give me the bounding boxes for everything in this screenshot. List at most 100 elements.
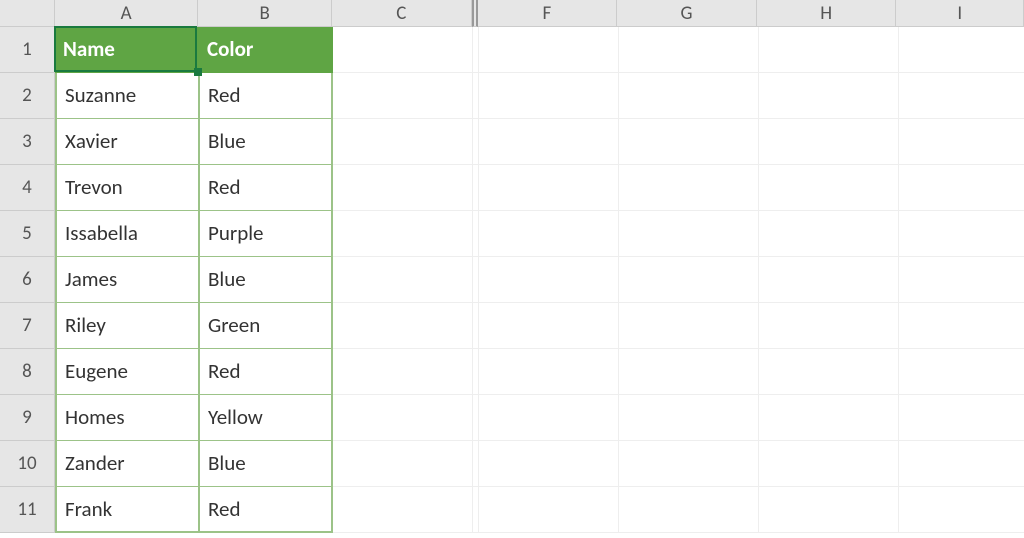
cell-G1[interactable]: [619, 27, 759, 73]
cell-grid[interactable]: Name Color Suzanne Red Xavier Blue: [55, 27, 1024, 538]
row-head-11[interactable]: 11: [0, 487, 55, 533]
table-row: James Blue: [55, 257, 1024, 303]
cell-A2[interactable]: Suzanne: [55, 73, 199, 119]
cell-G3[interactable]: [619, 119, 759, 165]
col-head-C[interactable]: C: [332, 0, 472, 27]
cell-G2[interactable]: [619, 73, 759, 119]
cell-A4[interactable]: Trevon: [55, 165, 199, 211]
cell-B2[interactable]: Red: [199, 73, 333, 119]
cell-G5[interactable]: [619, 211, 759, 257]
cell-F5[interactable]: [479, 211, 619, 257]
table-row: Trevon Red: [55, 165, 1024, 211]
row-head-10[interactable]: 10: [0, 441, 55, 487]
cell-F9[interactable]: [479, 395, 619, 441]
cell-I1[interactable]: [899, 27, 1024, 73]
cell-B10[interactable]: Blue: [199, 441, 333, 487]
cell-A9[interactable]: Homes: [55, 395, 199, 441]
row-head-9[interactable]: 9: [0, 395, 55, 441]
cell-C4[interactable]: [333, 165, 473, 211]
row-head-5[interactable]: 5: [0, 211, 55, 257]
cell-I5[interactable]: [899, 211, 1024, 257]
cell-I10[interactable]: [899, 441, 1024, 487]
cell-C5[interactable]: [333, 211, 473, 257]
cell-F11[interactable]: [479, 487, 619, 533]
row-head-3[interactable]: 3: [0, 119, 55, 165]
cell-G7[interactable]: [619, 303, 759, 349]
cell-H9[interactable]: [759, 395, 899, 441]
cell-H6[interactable]: [759, 257, 899, 303]
cell-B8[interactable]: Red: [199, 349, 333, 395]
cell-F8[interactable]: [479, 349, 619, 395]
cell-C11[interactable]: [333, 487, 473, 533]
cell-F3[interactable]: [479, 119, 619, 165]
cell-H7[interactable]: [759, 303, 899, 349]
cell-G8[interactable]: [619, 349, 759, 395]
row-head-7[interactable]: 7: [0, 303, 55, 349]
cell-G6[interactable]: [619, 257, 759, 303]
cell-F7[interactable]: [479, 303, 619, 349]
row-head-2[interactable]: 2: [0, 73, 55, 119]
cell-A10[interactable]: Zander: [55, 441, 199, 487]
col-head-A[interactable]: A: [55, 0, 199, 27]
cell-C10[interactable]: [333, 441, 473, 487]
cell-C8[interactable]: [333, 349, 473, 395]
cell-F6[interactable]: [479, 257, 619, 303]
cell-I7[interactable]: [899, 303, 1024, 349]
cell-B3[interactable]: Blue: [199, 119, 333, 165]
col-head-I[interactable]: I: [896, 0, 1024, 27]
cell-A5[interactable]: Issabella: [55, 211, 199, 257]
cell-H8[interactable]: [759, 349, 899, 395]
cell-I9[interactable]: [899, 395, 1024, 441]
cell-A11[interactable]: Frank: [55, 487, 199, 533]
cell-H11[interactable]: [759, 487, 899, 533]
col-head-F[interactable]: F: [478, 0, 618, 27]
cell-A3[interactable]: Xavier: [55, 119, 199, 165]
cell-H10[interactable]: [759, 441, 899, 487]
cell-F4[interactable]: [479, 165, 619, 211]
cell-B11[interactable]: Red: [199, 487, 333, 533]
cell-H2[interactable]: [759, 73, 899, 119]
col-head-G[interactable]: G: [617, 0, 757, 27]
cell-G4[interactable]: [619, 165, 759, 211]
cell-I6[interactable]: [899, 257, 1024, 303]
row-head-4[interactable]: 4: [0, 165, 55, 211]
cell-H3[interactable]: [759, 119, 899, 165]
cell-C6[interactable]: [333, 257, 473, 303]
cell-C2[interactable]: [333, 73, 473, 119]
cell-B5[interactable]: Purple: [199, 211, 333, 257]
cell-C3[interactable]: [333, 119, 473, 165]
table-row: Name Color: [55, 27, 1024, 73]
cell-C9[interactable]: [333, 395, 473, 441]
cell-A7[interactable]: Riley: [55, 303, 199, 349]
cell-F10[interactable]: [479, 441, 619, 487]
col-head-B[interactable]: B: [198, 0, 332, 27]
cell-I3[interactable]: [899, 119, 1024, 165]
cell-A1[interactable]: Name: [55, 27, 199, 73]
cell-C7[interactable]: [333, 303, 473, 349]
cell-B9[interactable]: Yellow: [199, 395, 333, 441]
cell-G10[interactable]: [619, 441, 759, 487]
cell-H5[interactable]: [759, 211, 899, 257]
cell-F2[interactable]: [479, 73, 619, 119]
row-head-8[interactable]: 8: [0, 349, 55, 395]
cell-B1[interactable]: Color: [199, 27, 333, 73]
cell-I8[interactable]: [899, 349, 1024, 395]
cell-C1[interactable]: [333, 27, 473, 73]
select-all-corner[interactable]: [0, 0, 55, 27]
cell-A8[interactable]: Eugene: [55, 349, 199, 395]
cell-H4[interactable]: [759, 165, 899, 211]
col-head-H[interactable]: H: [757, 0, 897, 27]
cell-G9[interactable]: [619, 395, 759, 441]
cell-B6[interactable]: Blue: [199, 257, 333, 303]
cell-B4[interactable]: Red: [199, 165, 333, 211]
row-head-1[interactable]: 1: [0, 27, 55, 73]
cell-B7[interactable]: Green: [199, 303, 333, 349]
cell-I2[interactable]: [899, 73, 1024, 119]
cell-I4[interactable]: [899, 165, 1024, 211]
cell-F1[interactable]: [479, 27, 619, 73]
row-head-6[interactable]: 6: [0, 257, 55, 303]
cell-A6[interactable]: James: [55, 257, 199, 303]
cell-I11[interactable]: [899, 487, 1024, 533]
cell-G11[interactable]: [619, 487, 759, 533]
cell-H1[interactable]: [759, 27, 899, 73]
